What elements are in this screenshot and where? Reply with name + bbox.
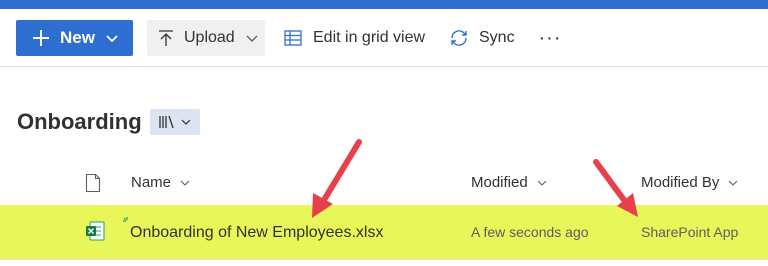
column-header-modified[interactable]: Modified bbox=[471, 174, 548, 191]
table-row[interactable]: Onboarding of New Employees.xlsx A few s… bbox=[0, 205, 768, 259]
grid-view-label: Edit in grid view bbox=[313, 29, 426, 46]
chevron-down-icon bbox=[537, 180, 547, 186]
column-header-name[interactable]: Name bbox=[131, 174, 191, 191]
column-name-label: Name bbox=[131, 174, 172, 191]
new-button[interactable]: New bbox=[16, 20, 133, 56]
modified-cell: A few seconds ago bbox=[471, 224, 589, 240]
page-title: Onboarding bbox=[17, 109, 142, 134]
file-name-link[interactable]: Onboarding of New Employees.xlsx bbox=[130, 224, 383, 242]
upload-button[interactable]: Upload bbox=[147, 20, 265, 56]
edit-in-grid-view-button[interactable]: Edit in grid view bbox=[283, 20, 425, 56]
more-icon: ··· bbox=[538, 26, 562, 49]
chevron-down-icon bbox=[246, 35, 258, 42]
upload-icon bbox=[159, 30, 173, 46]
chevron-down-icon bbox=[181, 119, 191, 125]
app-top-bar bbox=[0, 0, 768, 9]
chevron-down-icon bbox=[180, 180, 190, 186]
column-modified-label: Modified bbox=[471, 174, 528, 191]
file-type-icon[interactable] bbox=[85, 173, 101, 193]
modified-by-cell: SharePoint App bbox=[641, 224, 739, 240]
excel-icon bbox=[86, 221, 105, 241]
column-header-modified-by[interactable]: Modified By bbox=[641, 174, 739, 191]
chevron-down-icon bbox=[106, 35, 118, 43]
sync-icon bbox=[451, 30, 467, 46]
view-options-button[interactable] bbox=[150, 109, 200, 135]
sync-button[interactable]: Sync bbox=[449, 20, 515, 56]
chevron-down-icon bbox=[728, 180, 738, 186]
command-bar: New Upload Edit in grid view Sync ··· bbox=[0, 9, 768, 66]
library-view-icon bbox=[159, 115, 174, 129]
new-button-label: New bbox=[60, 28, 95, 47]
upload-button-label: Upload bbox=[184, 29, 235, 46]
grid-icon bbox=[284, 30, 302, 46]
row-divider bbox=[0, 259, 768, 260]
toolbar-divider bbox=[0, 66, 768, 67]
more-options-button[interactable]: ··· bbox=[538, 20, 562, 56]
list-header: Name Modified Modified By bbox=[0, 166, 768, 202]
sync-label: Sync bbox=[479, 29, 515, 46]
plus-icon bbox=[33, 30, 49, 46]
column-modified-by-label: Modified By bbox=[641, 174, 720, 191]
